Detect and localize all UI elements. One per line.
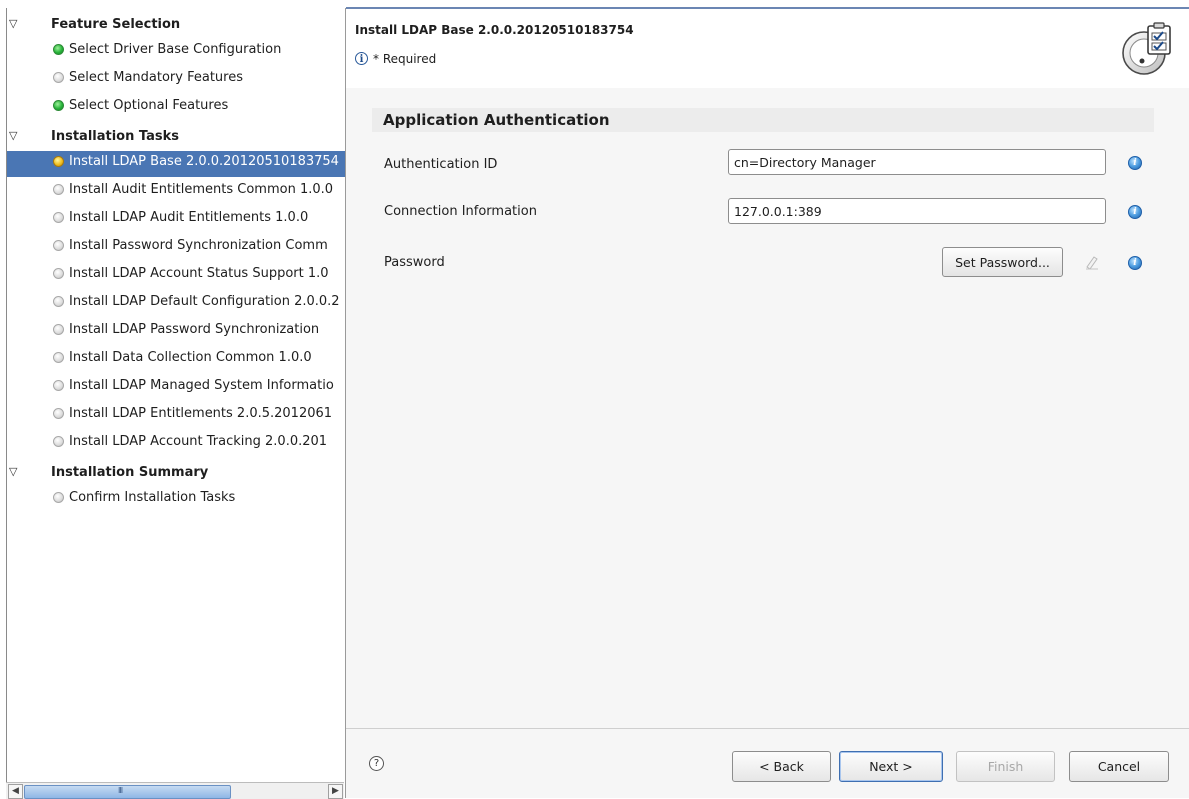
authentication-id-help-icon[interactable]: i (1128, 156, 1142, 170)
info-icon: i (355, 52, 368, 65)
collapse-toggle-icon[interactable]: ▽ (9, 465, 23, 483)
help-question-icon[interactable]: ? (369, 756, 384, 771)
connection-information-help-icon[interactable]: i (1128, 205, 1142, 219)
tree-item[interactable]: Install Data Collection Common 1.0.0 (7, 347, 345, 373)
password-help-icon[interactable]: i (1128, 256, 1142, 270)
collapse-toggle-icon[interactable]: ▽ (9, 17, 23, 35)
wizard-checklist-icon (1122, 22, 1171, 75)
page-header: Install LDAP Base 2.0.0.20120510183754 i… (346, 9, 1189, 89)
tree-item[interactable]: Install LDAP Account Tracking 2.0.0.201 (7, 431, 345, 457)
tree-item-label: Install LDAP Account Status Support 1.0 (69, 266, 329, 281)
status-done-icon (53, 44, 64, 55)
tree-item-label: Install Data Collection Common 1.0.0 (69, 350, 312, 365)
tree-item-label: Install LDAP Base 2.0.0.20120510183754 (69, 154, 339, 169)
scroll-left-arrow-icon[interactable]: ◀ (8, 784, 23, 799)
section-title: Application Authentication (383, 111, 610, 129)
status-todo-icon (53, 380, 64, 391)
tree-item-label: Install LDAP Default Configuration 2.0.0… (69, 294, 340, 309)
tree-item-label: Install LDAP Entitlements 2.0.5.2012061 (69, 406, 333, 421)
connection-information-field[interactable] (728, 198, 1106, 224)
tree-item[interactable]: Install LDAP Account Status Support 1.0 (7, 263, 345, 289)
status-todo-icon (53, 324, 64, 335)
status-todo-icon (53, 408, 64, 419)
page-title: Install LDAP Base 2.0.0.20120510183754 (355, 23, 634, 37)
tree-item-label: Install LDAP Audit Entitlements 1.0.0 (69, 210, 309, 225)
tree-group-label: Installation Tasks (51, 129, 179, 144)
status-done-icon (53, 100, 64, 111)
tree-item[interactable]: Install LDAP Entitlements 2.0.5.2012061 (7, 403, 345, 429)
tree-item[interactable]: Select Optional Features (7, 95, 345, 121)
connection-information-label: Connection Information (384, 204, 537, 219)
status-todo-icon (53, 212, 64, 223)
scroll-thumb[interactable]: III (24, 785, 231, 799)
tree-item-label: Select Driver Base Configuration (69, 42, 282, 57)
tree-item[interactable]: Select Driver Base Configuration (7, 39, 345, 65)
tree-item[interactable]: Install LDAP Password Synchronization (7, 319, 345, 345)
tree-item-label: Select Mandatory Features (69, 70, 243, 85)
wizard-step-tree: ▽ Feature Selection Select Driver Base Con… (6, 8, 346, 798)
tree-item[interactable]: Install LDAP Base 2.0.0.20120510183754 (7, 151, 345, 177)
tree-item[interactable]: Install Password Synchronization Comm (7, 235, 345, 261)
tree-item[interactable]: Confirm Installation Tasks (7, 487, 345, 513)
content-panel: Application Authentication Authenticatio… (346, 88, 1189, 728)
collapse-toggle-icon[interactable]: ▽ (9, 129, 23, 147)
tree-group-label: Feature Selection (51, 17, 181, 32)
tree-item[interactable]: Install LDAP Managed System Informatio (7, 375, 345, 401)
password-label: Password (384, 255, 445, 270)
next-button[interactable]: Next > (839, 751, 943, 782)
status-todo-icon (53, 436, 64, 447)
status-todo-icon (53, 184, 64, 195)
status-current-icon (53, 156, 64, 167)
authentication-id-label: Authentication ID (384, 157, 498, 172)
set-password-button[interactable]: Set Password... (942, 247, 1063, 277)
clear-password-icon[interactable] (1084, 254, 1100, 270)
tree-item-label: Install Password Synchronization Comm (69, 238, 328, 253)
status-todo-icon (53, 72, 64, 83)
tree-item-label: Install LDAP Managed System Informatio (69, 378, 334, 393)
tree-item-label: Confirm Installation Tasks (69, 490, 236, 505)
tree-item-label: Install LDAP Password Synchronization (69, 322, 320, 337)
tree-item[interactable]: Install Audit Entitlements Common 1.0.0 (7, 179, 345, 205)
status-todo-icon (53, 352, 64, 363)
tree-item-label: Install Audit Entitlements Common 1.0.0 (69, 182, 334, 197)
wizard-footer: ? < Back Next > Finish Cancel (346, 729, 1189, 798)
required-note: * Required (373, 52, 437, 66)
authentication-id-field[interactable] (728, 149, 1106, 175)
tree-item[interactable]: Install LDAP Default Configuration 2.0.0… (7, 291, 345, 317)
tree-item-label: Select Optional Features (69, 98, 229, 113)
back-button[interactable]: < Back (732, 751, 831, 782)
status-todo-icon (53, 268, 64, 279)
scroll-thumb-grip: III (118, 786, 123, 795)
status-todo-icon (53, 296, 64, 307)
tree-item-label: Install LDAP Account Tracking 2.0.0.201 (69, 434, 328, 449)
cancel-button[interactable]: Cancel (1069, 751, 1169, 782)
scroll-right-arrow-icon[interactable]: ▶ (328, 784, 343, 799)
tree-item[interactable]: Select Mandatory Features (7, 67, 345, 93)
tree-item[interactable]: Install LDAP Audit Entitlements 1.0.0 (7, 207, 345, 233)
status-todo-icon (53, 240, 64, 251)
tree-group-label: Installation Summary (51, 465, 209, 480)
status-todo-icon (53, 492, 64, 503)
section-header: Application Authentication (372, 108, 1154, 132)
finish-button: Finish (956, 751, 1055, 782)
tree-horizontal-scrollbar[interactable]: ◀ III ▶ (6, 782, 344, 799)
